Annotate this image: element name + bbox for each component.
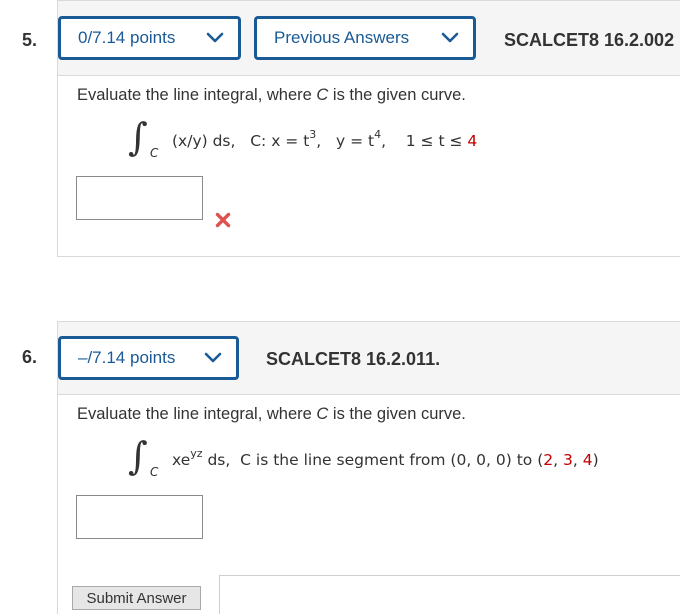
close-paren: ): [592, 451, 599, 470]
problem-code: SCALCET8 16.2.002: [504, 30, 675, 50]
comma: ,: [316, 132, 322, 151]
integrand-exponent: yz: [190, 447, 203, 460]
x-exponent: 3: [309, 128, 317, 141]
points-dropdown[interactable]: –/7.14 points: [58, 336, 239, 380]
prompt-text: is the given curve.: [328, 405, 466, 423]
comma: ,: [381, 132, 387, 151]
chevron-down-icon: [204, 352, 222, 363]
integral-subscript: C: [150, 465, 159, 479]
prompt-variable: C: [316, 405, 329, 423]
chevron-down-icon: [206, 32, 224, 43]
integral-subscript: C: [150, 146, 159, 160]
prompt-text: is the given curve.: [328, 86, 466, 104]
range-text: 1 ≤ t ≤: [405, 132, 468, 151]
integral-expression: xeyz ds, C is the line segment from (0, …: [172, 447, 599, 470]
prompt-text: Evaluate the line integral, where: [77, 86, 317, 104]
question-number: 6.: [22, 347, 38, 367]
segment-text: C is the line segment from (0, 0, 0) to …: [240, 451, 544, 470]
separator: ,: [572, 451, 583, 470]
endpoint-z: 4: [582, 451, 593, 470]
question-number: 5.: [22, 30, 38, 50]
question-prompt: Evaluate the line integral, where C is t…: [77, 86, 466, 105]
integrand-base: xe: [172, 451, 191, 470]
previous-answers-label: Previous Answers: [274, 28, 410, 47]
points-label: –/7.14 points: [78, 348, 176, 367]
submit-answer-button[interactable]: Submit Answer: [72, 586, 201, 610]
answer-input[interactable]: [76, 176, 203, 220]
integrand: (x/y) ds,: [172, 132, 236, 151]
answer-panel: [219, 575, 680, 614]
question-prompt: Evaluate the line integral, where C is t…: [77, 405, 466, 424]
endpoint-x: 2: [543, 451, 554, 470]
chevron-down-icon: [441, 32, 459, 43]
integral-sign: ∫: [128, 434, 148, 478]
separator: ,: [553, 451, 563, 470]
endpoint-y: 3: [563, 451, 573, 470]
x-mark-icon: [215, 212, 231, 228]
curve-label: C:: [250, 132, 267, 151]
range-upper: 4: [467, 132, 478, 151]
prompt-variable: C: [316, 86, 329, 104]
previous-answers-dropdown[interactable]: Previous Answers: [254, 16, 476, 60]
integral-sign: ∫: [128, 115, 148, 159]
answer-input[interactable]: [76, 495, 203, 539]
points-label: 0/7.14 points: [78, 28, 176, 47]
y-equation: y = t: [336, 132, 375, 151]
integrand-differential: ds,: [202, 451, 231, 470]
x-equation: x = t: [271, 132, 310, 151]
prompt-text: Evaluate the line integral, where: [77, 405, 317, 423]
problem-code: SCALCET8 16.2.011.: [266, 349, 441, 369]
integral-expression: (x/y) ds, C: x = t3, y = t4, 1 ≤ t ≤ 4: [172, 128, 478, 151]
points-dropdown[interactable]: 0/7.14 points: [58, 16, 241, 60]
y-exponent: 4: [374, 128, 382, 141]
